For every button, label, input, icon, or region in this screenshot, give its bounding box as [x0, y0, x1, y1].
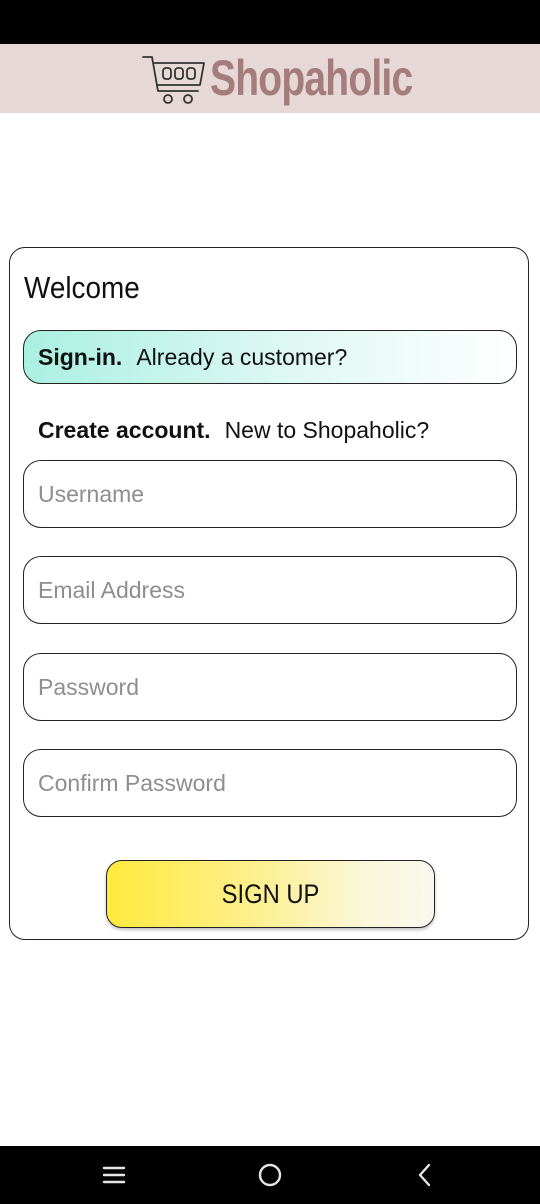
back-icon — [418, 1163, 431, 1187]
confirm-password-input[interactable] — [24, 750, 516, 816]
home-icon — [258, 1163, 282, 1187]
signup-button-label: SIGN UP — [221, 878, 320, 909]
system-navigation-bar — [0, 1146, 540, 1204]
status-bar — [0, 0, 540, 44]
email-input[interactable] — [24, 557, 516, 623]
app-header: Shopaholic — [0, 44, 540, 113]
username-input[interactable] — [24, 461, 516, 527]
shopping-cart-icon — [142, 55, 205, 104]
confirm-password-field[interactable] — [23, 749, 517, 817]
signin-description: Already a customer? — [136, 343, 348, 370]
password-input[interactable] — [24, 654, 516, 720]
email-field[interactable] — [23, 556, 517, 624]
create-account-label: Create account. — [38, 416, 211, 443]
signin-option[interactable]: Sign-in. Already a customer? — [23, 330, 517, 384]
signup-button[interactable]: SIGN UP — [106, 860, 435, 928]
password-field[interactable] — [23, 653, 517, 721]
welcome-title: Welcome — [24, 270, 140, 305]
back-button[interactable] — [395, 1146, 455, 1204]
recent-apps-icon — [102, 1166, 126, 1184]
signin-label: Sign-in. — [38, 343, 123, 370]
welcome-card: Welcome Sign-in. Already a customer? Cre… — [9, 247, 529, 940]
recent-apps-button[interactable] — [84, 1146, 144, 1204]
username-field[interactable] — [23, 460, 517, 528]
create-account-description: New to Shopaholic? — [224, 416, 430, 443]
home-button[interactable] — [240, 1146, 300, 1204]
app-logo-text: Shopaholic — [210, 49, 413, 106]
create-account-option[interactable]: Create account. New to Shopaholic? — [23, 403, 517, 457]
